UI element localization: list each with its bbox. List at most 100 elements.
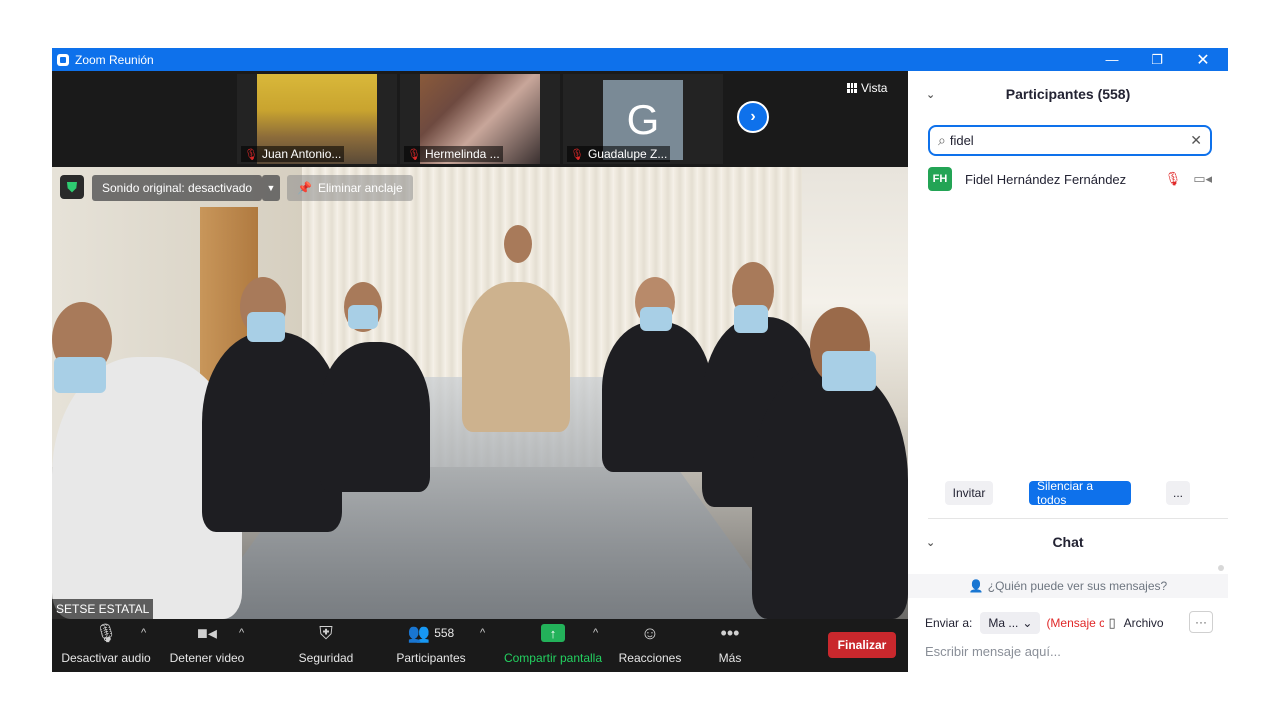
zoom-window: Zoom Reunión — ❐ ✕ 🎙 Juan Antonio... 🎙 H… <box>52 48 1228 672</box>
participants-header: ⌄ Participantes (558) <box>908 71 1228 117</box>
mic-muted-icon: 🎙 <box>407 148 421 161</box>
stop-video-label: Detener video <box>169 651 245 665</box>
collapse-chevron-icon[interactable]: ⌄ <box>926 88 935 101</box>
chat-more-button[interactable]: ··· <box>1189 611 1213 633</box>
send-to-label: Enviar a: <box>925 616 973 630</box>
participant-list-item[interactable]: FH Fidel Hernández Fernández 🎙 ▭◂ <box>928 167 1212 191</box>
person-lock-icon: 👤 <box>968 579 984 593</box>
more-button[interactable]: ••• Más <box>710 619 750 672</box>
file-button[interactable]: Archivo <box>1124 616 1164 630</box>
original-sound-button[interactable]: Sonido original: desactivado <box>92 175 263 201</box>
participant-thumbnail[interactable]: G 🎙 Guadalupe Z... <box>563 74 723 164</box>
thumbnail-name: Juan Antonio... <box>261 147 342 161</box>
participants-options-chevron-icon[interactable]: ^ <box>480 627 485 639</box>
close-button[interactable]: ✕ <box>1180 48 1226 71</box>
more-dots-icon: ••• <box>720 622 740 643</box>
chevron-down-icon: ⌄ <box>1022 616 1033 630</box>
mute-all-button[interactable]: Silenciar a todos <box>1029 479 1131 507</box>
window-title: Zoom Reunión <box>75 52 154 67</box>
search-icon: ⌕ <box>938 132 946 148</box>
invite-button[interactable]: Invitar <box>945 481 993 505</box>
maximize-button[interactable]: ❐ <box>1134 48 1180 71</box>
video-scene <box>320 342 430 492</box>
video-scene <box>734 305 768 333</box>
search-value: fidel <box>949 133 974 148</box>
security-button[interactable]: ⛨ Seguridad <box>296 619 356 672</box>
mic-muted-icon: 🎙 <box>570 148 584 161</box>
participants-label: Participantes <box>396 651 466 665</box>
reactions-label: Reacciones <box>618 651 682 665</box>
thumbnail-name: Guadalupe Z... <box>587 147 668 161</box>
send-to-row: Enviar a: Ma ... ⌄ (Mensaje c ▯ Archivo … <box>925 611 1225 635</box>
view-button[interactable]: Vista <box>847 81 887 95</box>
chat-message-input[interactable]: Escribir mensaje aquí... <box>925 641 1215 661</box>
send-to-dropdown[interactable]: Ma ... ⌄ <box>980 612 1041 634</box>
share-options-chevron-icon[interactable]: ^ <box>593 627 598 639</box>
mic-muted-icon[interactable]: 🎙 <box>1165 171 1182 187</box>
unpin-button[interactable]: 📌 Eliminar anclaje <box>287 175 413 201</box>
send-to-value: Ma ... <box>988 616 1019 630</box>
grid-view-icon <box>847 83 857 93</box>
mic-muted-icon: 🎙 <box>244 148 258 161</box>
video-camera-icon: ■◂ <box>197 622 217 643</box>
video-scene <box>752 367 908 619</box>
participant-thumbnail[interactable]: 🎙 Hermelinda ... <box>400 74 560 164</box>
more-options-button[interactable]: ... <box>1166 481 1190 505</box>
who-can-see-messages-link[interactable]: 👤 ¿Quién puede ver sus mensajes? <box>908 574 1228 598</box>
participant-thumbnail[interactable]: 🎙 Juan Antonio... <box>237 74 397 164</box>
video-scene <box>54 357 106 393</box>
unpin-label: Eliminar anclaje <box>317 181 403 195</box>
file-icon[interactable]: ▯ <box>1108 615 1115 631</box>
side-panel: ⌄ Participantes (558) ⌕ fidel ✕ FH Fidel… <box>908 71 1228 672</box>
reactions-button[interactable]: ☺ Reacciones <box>618 619 682 672</box>
mute-audio-label: Desactivar audio <box>61 651 151 665</box>
video-area: 🎙 Juan Antonio... 🎙 Hermelinda ... G 🎙 G… <box>52 71 908 672</box>
end-meeting-button[interactable]: Finalizar <box>828 632 896 658</box>
video-options-chevron-icon[interactable]: ^ <box>239 627 244 639</box>
zoom-app-icon <box>57 53 69 66</box>
microphone-icon: 🎙 <box>94 622 118 643</box>
chat-title: Chat <box>1052 534 1084 550</box>
participant-name: Fidel Hernández Fernández <box>965 171 1127 187</box>
pin-icon: 📌 <box>297 181 312 195</box>
video-camera-off-icon[interactable]: ▭◂ <box>1193 171 1212 187</box>
participants-actions: Invitar Silenciar a todos ... <box>908 479 1228 507</box>
share-screen-icon: ↑ <box>541 624 565 642</box>
clear-search-icon[interactable]: ✕ <box>1190 132 1202 149</box>
main-video[interactable]: ⛊ Sonido original: desactivado ▼ 📌 Elimi… <box>52 167 908 619</box>
collapse-chevron-icon[interactable]: ⌄ <box>926 536 935 549</box>
participants-title: Participantes (558) <box>1005 86 1131 102</box>
participant-search-input[interactable]: ⌕ fidel ✕ <box>928 125 1212 156</box>
meeting-toolbar: 🎙 Desactivar audio ^ ■◂ Detener video ^ … <box>52 619 908 672</box>
audio-options-chevron-icon[interactable]: ^ <box>141 627 146 639</box>
more-label: Más <box>718 651 742 665</box>
stop-video-button[interactable]: ■◂ Detener video <box>164 619 250 672</box>
who-can-see-label: ¿Quién puede ver sus mensajes? <box>987 579 1168 593</box>
participants-button[interactable]: 👥 558 Participantes <box>392 619 470 672</box>
video-scene <box>822 351 876 391</box>
title-bar: Zoom Reunión — ❐ ✕ <box>52 48 1228 71</box>
mute-audio-button[interactable]: 🎙 Desactivar audio <box>61 619 151 672</box>
thumbnail-strip: 🎙 Juan Antonio... 🎙 Hermelinda ... G 🎙 G… <box>52 71 908 167</box>
thumbnail-label: 🎙 Hermelinda ... <box>404 146 503 162</box>
video-scene <box>348 305 378 329</box>
original-sound-dropdown-icon[interactable]: ▼ <box>262 175 280 201</box>
original-sound-label: Sonido original: desactivado <box>102 181 253 195</box>
shield-icon: ⛨ <box>319 622 333 643</box>
chat-header: ⌄ Chat <box>908 521 1228 563</box>
share-screen-button[interactable]: ↑ Compartir pantalla <box>502 619 604 672</box>
smiley-icon: ☺ <box>640 622 660 643</box>
share-screen-label: Compartir pantalla <box>503 651 603 665</box>
minimize-button[interactable]: — <box>1089 48 1135 71</box>
scrollbar[interactable] <box>1218 565 1224 571</box>
private-message-note: (Mensaje c <box>1046 616 1105 630</box>
video-scene <box>462 282 570 432</box>
video-scene <box>602 322 712 472</box>
view-button-label: Vista <box>861 81 888 95</box>
thumbnail-name: Hermelinda ... <box>424 147 500 161</box>
next-page-arrow-icon[interactable]: › <box>737 101 769 133</box>
security-shield-icon[interactable]: ⛊ <box>60 175 84 199</box>
divider <box>928 518 1228 519</box>
video-scene <box>247 312 285 342</box>
participants-icon: 👥 558 <box>407 622 455 643</box>
